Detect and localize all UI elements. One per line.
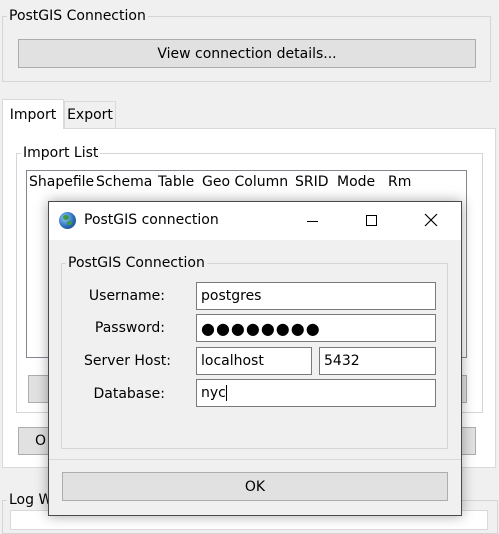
tab-export[interactable]: Export <box>64 101 116 129</box>
import-list-header: Shapefile Schema Table Geo Column SRID M… <box>27 171 466 195</box>
import-list-legend: Import List <box>23 145 99 161</box>
dialog-footer-separator <box>49 459 461 460</box>
server-host-field[interactable]: localhost <box>196 347 312 375</box>
column-header-srid[interactable]: SRID <box>295 174 329 190</box>
minimize-icon[interactable] <box>307 221 318 222</box>
username-field[interactable]: postgres <box>196 282 436 310</box>
password-field[interactable]: ●●●●●●●● <box>196 314 436 342</box>
dialog-title-bar[interactable]: PostGIS connection <box>49 202 461 240</box>
column-header-shapefile[interactable]: Shapefile <box>29 174 94 190</box>
column-header-geo-column[interactable]: Geo Column <box>202 174 288 190</box>
column-header-rm[interactable]: Rm <box>388 174 411 190</box>
column-header-mode[interactable]: Mode <box>337 174 375 190</box>
database-value: nyc <box>201 385 226 401</box>
text-cursor <box>225 385 227 401</box>
dialog-connection-legend: PostGIS Connection <box>68 255 205 271</box>
username-label: Username: <box>88 288 165 304</box>
database-field[interactable]: nyc <box>196 379 436 407</box>
view-connection-details-button[interactable]: View connection details... <box>18 39 476 68</box>
port-field[interactable]: 5432 <box>319 347 436 375</box>
column-header-table[interactable]: Table <box>158 174 194 190</box>
password-label: Password: <box>94 320 165 336</box>
tab-import[interactable]: Import <box>2 99 64 129</box>
column-header-schema[interactable]: Schema <box>96 174 152 190</box>
postgis-connection-dialog: PostGIS connection PostGIS Connection Us… <box>48 201 462 516</box>
postgis-connection-legend: PostGIS Connection <box>9 8 146 24</box>
maximize-icon[interactable] <box>366 215 377 226</box>
database-label: Database: <box>93 386 165 402</box>
globe-icon <box>59 212 76 229</box>
ok-button[interactable]: OK <box>62 472 448 501</box>
server-host-label: Server Host: <box>84 353 171 369</box>
dialog-title: PostGIS connection <box>84 212 219 228</box>
close-icon[interactable] <box>423 212 439 228</box>
options-button-label: O <box>35 433 47 449</box>
